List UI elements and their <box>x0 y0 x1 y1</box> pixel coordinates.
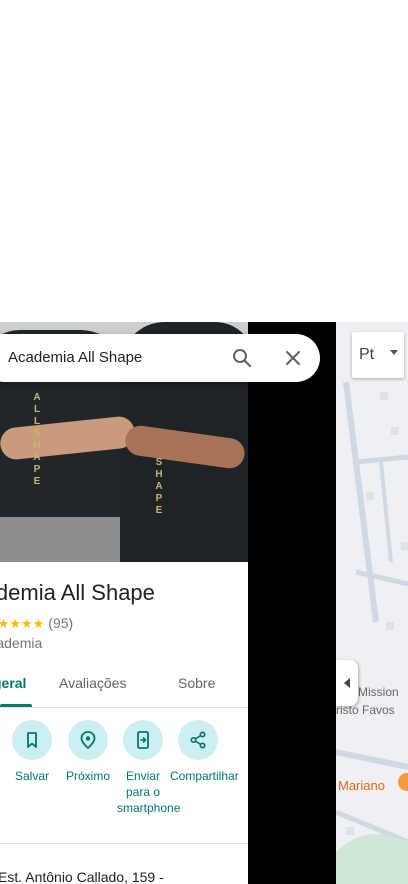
place-category[interactable]: Academia <box>0 635 42 651</box>
language-button[interactable]: Pt <box>352 332 404 378</box>
panel-gap <box>248 322 336 884</box>
tab-reviews[interactable]: Avaliações <box>59 675 126 691</box>
search-box[interactable]: Academia All Shape <box>0 334 320 382</box>
map-roads <box>336 381 408 884</box>
tab-bar: Visão geral Avaliações Sobre <box>0 660 248 708</box>
save-label: Salvar <box>14 769 49 783</box>
active-tab-indicator <box>0 704 32 707</box>
send-to-phone-button[interactable]: Enviar para o smartphone <box>114 720 181 816</box>
share-label: Compartilhar <box>170 769 239 783</box>
nearby-icon <box>80 731 96 750</box>
map-area[interactable] <box>336 322 408 884</box>
tab-overview[interactable]: Visão geral <box>0 675 26 691</box>
save-button[interactable]: Salvar <box>3 720 61 784</box>
map-label-mission: Mission <box>358 685 399 699</box>
close-icon[interactable] <box>281 346 305 370</box>
section-divider <box>0 843 248 844</box>
share-button[interactable]: Compartilhar <box>169 720 239 784</box>
action-row: Salvar Próximo Enviar para o smartphone <box>0 720 248 840</box>
review-count[interactable]: (95) <box>48 615 73 631</box>
map-label-mariano[interactable]: Mariano <box>338 778 385 793</box>
language-label: Pt <box>359 346 375 363</box>
place-address[interactable]: Est. Antônio Callado, 159 - <box>0 869 164 884</box>
chevron-left-icon <box>344 678 350 688</box>
tab-about[interactable]: Sobre <box>178 675 215 691</box>
rating-stars: ★★★★★ <box>0 616 45 631</box>
nearby-label: Próximo <box>65 769 110 783</box>
chevron-down-icon <box>390 350 398 355</box>
search-input[interactable]: Academia All Shape <box>8 349 142 366</box>
nearby-button[interactable]: Próximo <box>59 720 117 784</box>
search-icon[interactable] <box>230 346 254 370</box>
share-icon <box>190 731 206 749</box>
bookmark-icon <box>27 732 37 748</box>
send-to-phone-label: Enviar para o smartphone <box>117 769 181 815</box>
app-root: Mission risto Favos Mariano Pt ALLSHAPE … <box>0 0 408 884</box>
collapse-panel-button[interactable] <box>336 660 358 706</box>
place-title: Academia All Shape <box>0 580 155 605</box>
send-to-phone-icon <box>137 731 149 749</box>
rating-row[interactable]: ★★★★★(95) <box>0 615 73 633</box>
